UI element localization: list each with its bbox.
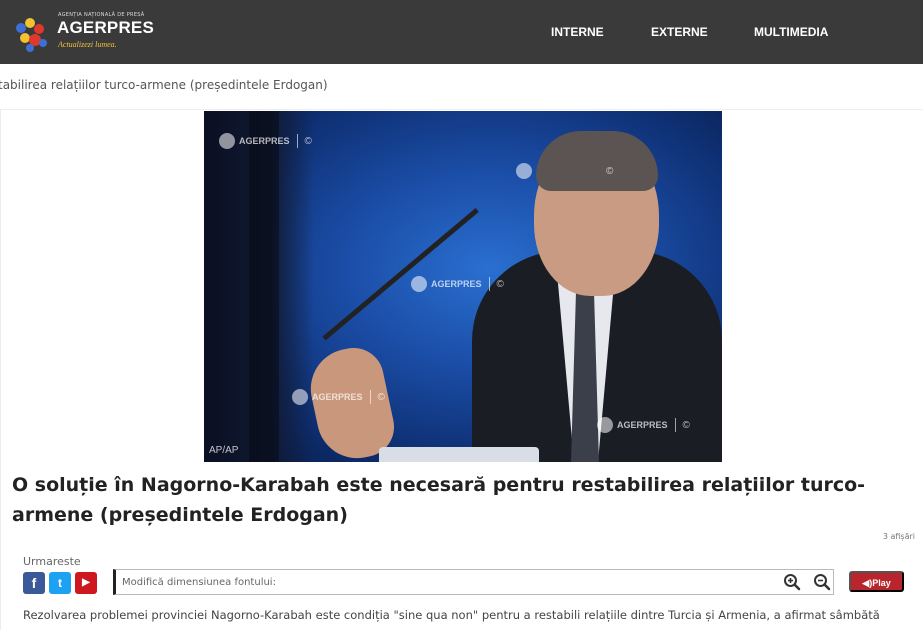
logo-name: AGERPRES — [57, 18, 155, 37]
watermark-separator — [674, 418, 676, 432]
article-title: O soluție în Nagorno-Karabah este necesa… — [12, 474, 866, 526]
photo-credit: AP/AP — [209, 445, 239, 456]
logo-tagline: Actualizezi lumea. — [58, 40, 117, 49]
copyright-icon: © — [304, 135, 312, 147]
copyright-icon: © — [606, 165, 614, 177]
copyright-icon: © — [682, 419, 690, 431]
font-resize-bar — [113, 569, 834, 595]
view-count: 3 afișări — [882, 532, 915, 541]
copyright-icon: © — [377, 391, 385, 403]
article-content: AGERPRES © AGERPRES © AGERPRES © AGERPRE… — [0, 110, 923, 630]
top-navigation-bar: AGENȚIA NAȚIONALĂ DE PRESĂ AGERPRES Actu… — [0, 0, 923, 64]
breadcrumb: tabilirea relațiilor turco-armene (preșe… — [0, 78, 328, 92]
watermark-separator — [296, 134, 298, 148]
font-resize-field[interactable] — [122, 570, 762, 594]
agerpres-logo[interactable]: AGENȚIA NAȚIONALĂ DE PRESĂ AGERPRES Actu… — [12, 12, 182, 56]
watermark-text: AGERPRES — [617, 420, 668, 430]
podium — [379, 447, 539, 462]
youtube-icon[interactable]: ▶ — [75, 572, 97, 594]
photo-background-pillar — [249, 111, 279, 462]
watermark-text: AGERPRES — [312, 392, 363, 402]
speaker-hair — [536, 131, 658, 191]
watermark-text: AGERPRES — [239, 136, 290, 146]
watermark-logo-icon — [516, 163, 532, 179]
photo-watermark: AGERPRES © — [411, 276, 504, 292]
nav-item-interne[interactable]: INTERNE — [551, 0, 604, 64]
microphone — [322, 208, 479, 341]
article-photo[interactable]: AGERPRES © AGERPRES © AGERPRES © AGERPRE… — [204, 111, 722, 462]
follow-label: Urmareste — [23, 555, 81, 568]
watermark-logo-icon — [292, 389, 308, 405]
breadcrumb-bar: tabilirea relațiilor turco-armene (preșe… — [0, 64, 923, 110]
watermark-text: AGERPRES — [431, 279, 482, 289]
nav-item-multimedia[interactable]: MULTIMEDIA — [754, 0, 828, 64]
twitter-icon[interactable]: t — [49, 572, 71, 594]
photo-watermark: AGERPRES © — [292, 389, 385, 405]
photo-watermark: © — [516, 163, 613, 179]
copyright-icon: © — [496, 278, 504, 290]
photo-watermark: AGERPRES © — [219, 133, 312, 149]
watermark-logo-icon — [411, 276, 427, 292]
nav-item-externe[interactable]: EXTERNE — [651, 0, 708, 64]
play-audio-button[interactable]: ◀)Play — [849, 571, 904, 592]
watermark-separator — [488, 277, 490, 291]
watermark-logo-icon — [597, 417, 613, 433]
photo-watermark: AGERPRES © — [597, 417, 690, 433]
agerpres-logo-icon — [16, 18, 47, 52]
facebook-icon[interactable]: f — [23, 572, 45, 594]
zoom-in-icon[interactable] — [783, 573, 801, 591]
watermark-separator — [369, 390, 371, 404]
article-lead: Rezolvarea problemei provinciei Nagorno-… — [23, 608, 880, 622]
watermark-logo-icon — [219, 133, 235, 149]
zoom-out-icon[interactable] — [813, 573, 831, 591]
